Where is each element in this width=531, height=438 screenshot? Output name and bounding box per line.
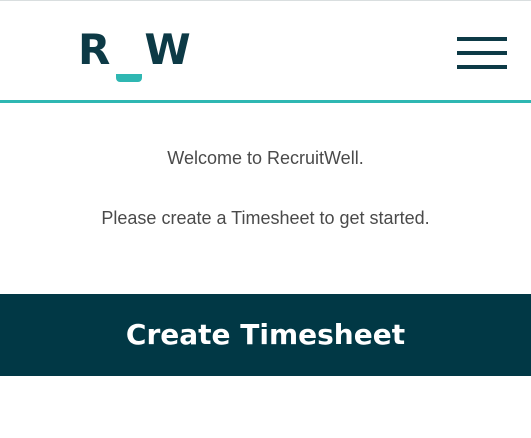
page: R W Welcome to RecruitWell. Please creat…	[0, 0, 531, 438]
menu-bar-top	[457, 37, 507, 41]
menu-bar-middle	[457, 51, 507, 55]
logo-underscore-mark	[116, 74, 143, 82]
instruction-message: Please create a Timesheet to get started…	[101, 208, 430, 228]
header-divider	[0, 100, 531, 103]
welcome-message: Welcome to RecruitWell.	[167, 148, 364, 168]
logo-letter-w: W	[144, 25, 191, 74]
menu-bar-bottom	[457, 65, 507, 69]
recruitwell-logo[interactable]: R W	[78, 29, 191, 85]
app-header: R W	[0, 1, 531, 100]
create-timesheet-button[interactable]: Create Timesheet	[0, 294, 531, 376]
hamburger-menu-icon[interactable]	[457, 37, 507, 69]
logo-letter-r: R	[78, 25, 111, 74]
